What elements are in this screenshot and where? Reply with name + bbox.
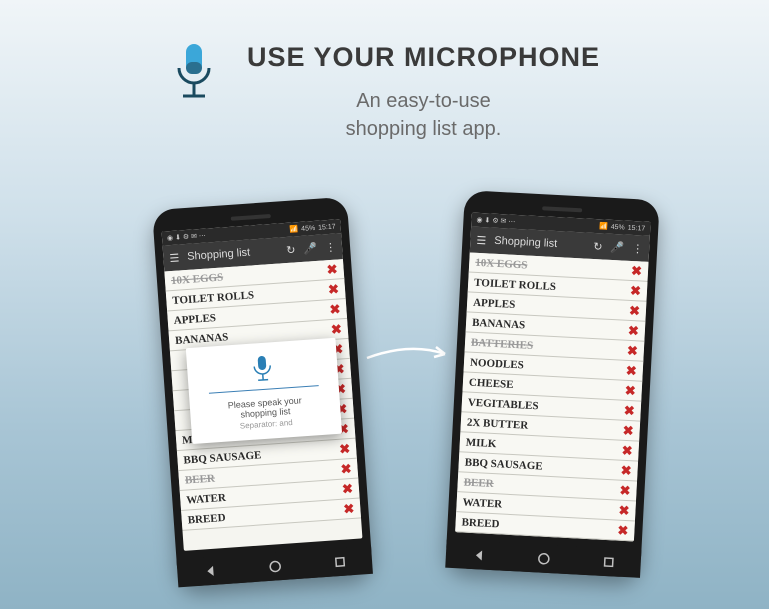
menu-icon[interactable]: ☰: [169, 251, 180, 265]
back-icon[interactable]: [202, 564, 217, 579]
delete-icon[interactable]: ✖: [627, 342, 639, 359]
recents-icon[interactable]: [332, 555, 347, 570]
clock-label: 15:17: [318, 223, 336, 231]
phone-left: ◉ ⬇ ⚙ ✉ ⋯ 📶45%15:17 ☰ Shopping list ↻ 🎤 …: [152, 197, 373, 588]
home-icon[interactable]: [267, 559, 282, 574]
back-icon[interactable]: [471, 548, 486, 563]
wifi-icon: 📶: [599, 222, 608, 230]
mic-icon[interactable]: 🎤: [610, 240, 624, 254]
refresh-icon[interactable]: ↻: [593, 239, 603, 252]
menu-icon[interactable]: ☰: [476, 233, 487, 246]
delete-icon[interactable]: ✖: [622, 422, 634, 439]
android-navbar: [176, 546, 372, 588]
voice-popup[interactable]: Please speak yourshopping list Separator…: [186, 338, 342, 444]
delete-icon[interactable]: ✖: [343, 500, 355, 517]
delete-icon[interactable]: ✖: [326, 261, 338, 278]
mic-icon[interactable]: 🎤: [303, 241, 318, 255]
appbar-title: Shopping list: [187, 245, 279, 263]
popup-mic-icon: [250, 354, 274, 383]
delete-icon[interactable]: ✖: [329, 301, 341, 318]
recents-icon[interactable]: [601, 555, 616, 570]
phone-speaker: [230, 214, 270, 221]
delete-icon[interactable]: ✖: [618, 502, 630, 519]
phone-speaker: [542, 206, 582, 212]
delete-icon[interactable]: ✖: [328, 281, 340, 298]
delete-icon[interactable]: ✖: [624, 382, 636, 399]
wifi-icon: 📶: [289, 225, 298, 234]
delete-icon[interactable]: ✖: [342, 480, 354, 497]
page-subtitle: An easy-to-useshopping list app.: [247, 87, 600, 143]
shopping-list-right: 10X EGGS✖TOILET ROLLS✖APPLES✖BANANAS✖BAT…: [455, 252, 648, 541]
delete-icon[interactable]: ✖: [619, 482, 631, 499]
phone-screen-left: ◉ ⬇ ⚙ ✉ ⋯ 📶45%15:17 ☰ Shopping list ↻ 🎤 …: [162, 219, 363, 551]
delete-icon[interactable]: ✖: [631, 262, 643, 279]
delete-icon[interactable]: ✖: [623, 402, 635, 419]
page-title: USE YOUR MICROPHONE: [247, 42, 600, 73]
more-icon[interactable]: ⋮: [325, 240, 337, 254]
header: USE YOUR MICROPHONE An easy-to-useshoppi…: [0, 0, 769, 143]
delete-icon[interactable]: ✖: [621, 442, 633, 459]
clock-label: 15:17: [628, 224, 646, 232]
refresh-icon[interactable]: ↻: [286, 243, 296, 257]
status-icons-left: ◉ ⬇ ⚙ ✉ ⋯: [167, 232, 206, 243]
delete-icon[interactable]: ✖: [617, 522, 629, 539]
battery-label: 45%: [301, 224, 315, 232]
phone-right: ◉ ⬇ ⚙ ✉ ⋯ 📶45%15:17 ☰ Shopping list ↻ 🎤 …: [445, 190, 660, 578]
delete-icon[interactable]: ✖: [330, 321, 342, 338]
delete-icon[interactable]: ✖: [630, 282, 642, 299]
delete-icon[interactable]: ✖: [339, 441, 351, 458]
delete-icon[interactable]: ✖: [625, 362, 637, 379]
android-navbar: [445, 540, 641, 578]
arrow-icon: [365, 340, 455, 370]
home-icon[interactable]: [536, 551, 551, 566]
delete-icon[interactable]: ✖: [340, 460, 352, 477]
delete-icon[interactable]: ✖: [629, 302, 641, 319]
microphone-icon: [169, 42, 219, 112]
delete-icon[interactable]: ✖: [620, 462, 632, 479]
battery-label: 45%: [611, 223, 625, 231]
appbar-title: Shopping list: [494, 235, 586, 252]
status-icons-left: ◉ ⬇ ⚙ ✉ ⋯: [476, 216, 515, 226]
phone-screen-right: ◉ ⬇ ⚙ ✉ ⋯ 📶45%15:17 ☰ Shopping list ↻ 🎤 …: [455, 213, 651, 542]
delete-icon[interactable]: ✖: [628, 322, 640, 339]
more-icon[interactable]: ⋮: [632, 241, 644, 255]
